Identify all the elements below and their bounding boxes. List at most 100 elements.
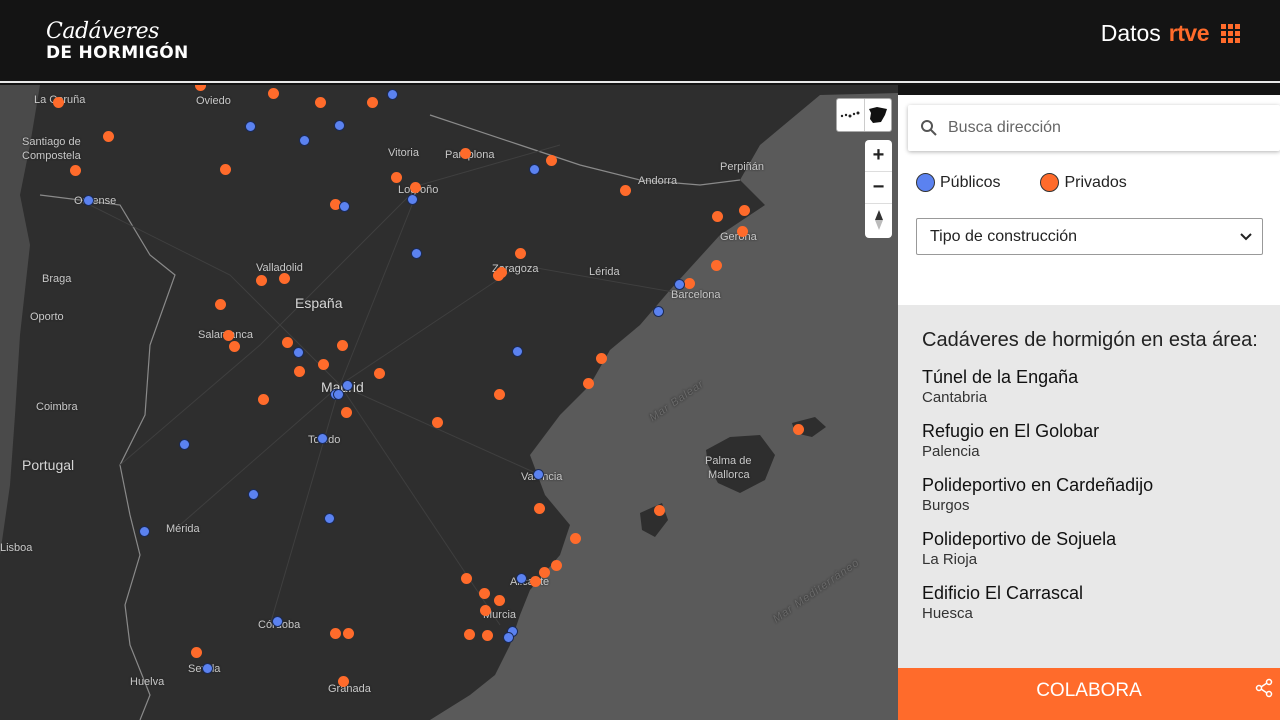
marker-privado[interactable] <box>222 329 234 341</box>
list-item[interactable]: Refugio en El Golobar Palencia <box>922 420 1280 462</box>
marker-publico[interactable] <box>332 388 344 400</box>
marker-publico[interactable] <box>316 432 328 444</box>
marker-publico[interactable] <box>511 345 523 357</box>
item-region: Huesca <box>922 605 973 622</box>
marker-privado[interactable] <box>390 171 402 183</box>
marker-privado[interactable] <box>595 352 607 364</box>
colabora-button[interactable]: COLABORA <box>898 668 1280 720</box>
site-logo[interactable]: Cadáveres DE HORMIGÓN <box>46 20 189 63</box>
marker-privado[interactable] <box>409 181 421 193</box>
list-item[interactable]: Edificio El Carrascal Huesca <box>922 582 1280 624</box>
marker-privado[interactable] <box>479 604 491 616</box>
map-view[interactable]: La Coruña Oviedo Santiago de Compostela … <box>0 85 898 720</box>
marker-privado[interactable] <box>514 247 526 259</box>
marker-privado[interactable] <box>492 269 504 281</box>
list-item[interactable]: Túnel de la Engaña Cantabria <box>922 366 1280 408</box>
marker-privado[interactable] <box>366 96 378 108</box>
marker-privado[interactable] <box>314 96 326 108</box>
zoom-out-button[interactable]: − <box>865 172 892 204</box>
marker-privado[interactable] <box>493 594 505 606</box>
marker-privado[interactable] <box>533 502 545 514</box>
marker-publico[interactable] <box>652 305 664 317</box>
marker-publico[interactable] <box>341 379 353 391</box>
marker-privado[interactable] <box>342 627 354 639</box>
marker-publico[interactable] <box>323 512 335 524</box>
marker-privado[interactable] <box>329 627 341 639</box>
marker-publico[interactable] <box>532 468 544 480</box>
search-box[interactable] <box>908 105 1280 151</box>
marker-publico[interactable] <box>244 120 256 132</box>
marker-privado[interactable] <box>478 587 490 599</box>
marker-privado[interactable] <box>481 629 493 641</box>
marker-privado[interactable] <box>459 147 471 159</box>
marker-privado[interactable] <box>569 532 581 544</box>
marker-privado[interactable] <box>736 225 748 237</box>
marker-privado[interactable] <box>711 210 723 222</box>
marker-privado[interactable] <box>460 572 472 584</box>
marker-privado[interactable] <box>653 504 665 516</box>
marker-privado[interactable] <box>52 96 64 108</box>
marker-publico[interactable] <box>502 631 514 643</box>
marker-privado[interactable] <box>683 277 695 289</box>
marker-privado[interactable] <box>267 87 279 99</box>
marker-privado[interactable] <box>281 336 293 348</box>
marker-privado[interactable] <box>493 388 505 400</box>
marker-privado[interactable] <box>214 298 226 310</box>
list-item[interactable]: Polideportivo de Sojuela La Rioja <box>922 528 1280 570</box>
marker-privado[interactable] <box>340 406 352 418</box>
marker-privado[interactable] <box>373 367 385 379</box>
marker-privado[interactable] <box>738 204 750 216</box>
marker-privado[interactable] <box>257 393 269 405</box>
marker-privado[interactable] <box>619 184 631 196</box>
search-input[interactable] <box>948 119 1248 137</box>
marker-privado[interactable] <box>69 164 81 176</box>
marker-privado[interactable] <box>337 675 349 687</box>
marker-publico[interactable] <box>201 662 213 674</box>
marker-publico[interactable] <box>406 193 418 205</box>
marker-privado[interactable] <box>194 85 206 91</box>
marker-privado[interactable] <box>710 259 722 271</box>
marker-privado[interactable] <box>219 163 231 175</box>
share-icon[interactable] <box>1254 678 1274 698</box>
marker-privado[interactable] <box>336 339 348 351</box>
rtve-brand[interactable]: Datos rtve <box>1101 20 1240 47</box>
marker-privado[interactable] <box>545 154 557 166</box>
marker-publico[interactable] <box>515 572 527 584</box>
list-item[interactable]: Polideportivo en Cardeñadijo Burgos <box>922 474 1280 516</box>
marker-privado[interactable] <box>582 377 594 389</box>
marker-privado[interactable] <box>102 130 114 142</box>
compass-button[interactable] <box>865 204 892 236</box>
marker-publico[interactable] <box>178 438 190 450</box>
marker-privado[interactable] <box>463 628 475 640</box>
marker-privado[interactable] <box>190 646 202 658</box>
construction-type-select[interactable]: Tipo de construcción <box>916 218 1263 255</box>
marker-privado[interactable] <box>538 566 550 578</box>
marker-privado[interactable] <box>255 274 267 286</box>
marker-privado[interactable] <box>550 559 562 571</box>
marker-publico[interactable] <box>333 119 345 131</box>
results-title: Cadáveres de hormigón en esta área: <box>922 329 1258 351</box>
marker-privado[interactable] <box>529 575 541 587</box>
marker-publico[interactable] <box>386 88 398 100</box>
map-label: Perpiñán <box>720 161 765 173</box>
marker-privado[interactable] <box>792 423 804 435</box>
marker-privado[interactable] <box>317 358 329 370</box>
marker-privado[interactable] <box>293 365 305 377</box>
legend-privados[interactable]: Privados <box>1040 173 1127 192</box>
marker-publico[interactable] <box>673 278 685 290</box>
marker-publico[interactable] <box>292 346 304 358</box>
zoom-in-button[interactable]: + <box>865 140 892 172</box>
marker-publico[interactable] <box>271 615 283 627</box>
marker-publico[interactable] <box>138 525 150 537</box>
marker-publico[interactable] <box>528 163 540 175</box>
marker-privado[interactable] <box>431 416 443 428</box>
marker-publico[interactable] <box>82 194 94 206</box>
marker-privado[interactable] <box>278 272 290 284</box>
canarias-toggle-button[interactable] <box>836 98 892 132</box>
legend-publicos[interactable]: Públicos <box>916 173 1000 192</box>
marker-publico[interactable] <box>298 134 310 146</box>
marker-publico[interactable] <box>410 247 422 259</box>
marker-publico[interactable] <box>247 488 259 500</box>
marker-privado[interactable] <box>228 340 240 352</box>
marker-publico[interactable] <box>338 200 350 212</box>
